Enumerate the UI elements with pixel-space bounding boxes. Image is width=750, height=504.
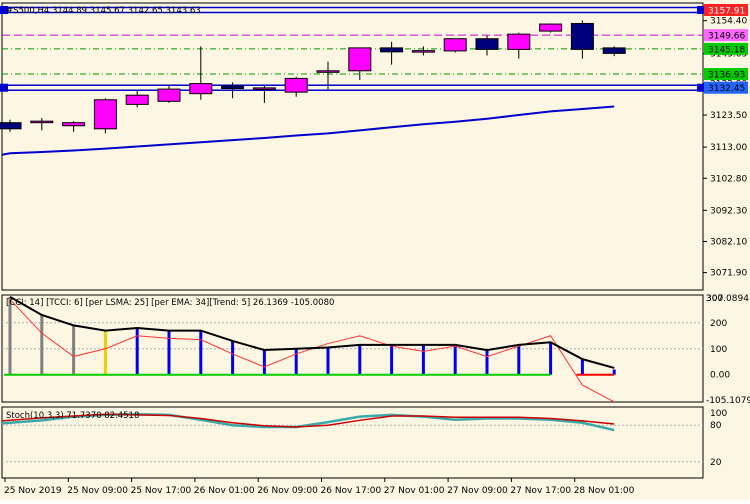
candle-body (157, 88, 181, 102)
candle-body (93, 99, 117, 130)
level-band-handle-right (697, 83, 705, 92)
stoch-axis-label: 100 (710, 409, 727, 419)
candle-body (475, 38, 499, 50)
price-axis-label: 3071.90 (710, 269, 747, 279)
price-label-text: 3149.66 (708, 32, 745, 42)
candle-body (0, 122, 22, 130)
time-axis-label: 26 Nov 17:00 (321, 486, 382, 496)
stoch-axis-label: 20 (710, 458, 722, 468)
time-axis-label: 25 Nov 09:00 (67, 486, 128, 496)
price-label-text: 3132.45 (708, 84, 745, 94)
time-axis-label: 28 Nov 01:00 (574, 486, 635, 496)
price-label-text: 3136.93 (708, 71, 745, 81)
price-axis-label: 3092.30 (710, 206, 747, 216)
price-axis-label: 3102.80 (710, 174, 747, 184)
candle-body (380, 47, 404, 53)
chart-canvas: 3154.403143.633133.903123.503113.003102.… (0, 0, 750, 500)
stoch-title: Stoch(10,3,3) 71.7370 82.4518 (6, 411, 139, 421)
level-band-handle-right (697, 5, 705, 14)
time-axis-label: 27 Nov 17:00 (510, 486, 571, 496)
time-axis-label: 26 Nov 09:00 (257, 486, 318, 496)
cci-top-label: 300 (706, 294, 723, 304)
candle-body (570, 22, 594, 50)
candle-body (284, 77, 308, 93)
candle-body (602, 47, 626, 54)
candle-body (348, 47, 372, 72)
price-axis-label: 3123.50 (710, 111, 747, 121)
stoch-axis-label: 80 (710, 421, 722, 431)
time-axis-label: 25 Nov 17:00 (131, 486, 192, 496)
time-axis-label: 25 Nov 2019 (4, 486, 62, 496)
candle-body (411, 50, 435, 53)
price-axis-label: 3082.10 (710, 237, 747, 247)
price-label-text: 3145.18 (708, 45, 745, 55)
candle-body (507, 33, 531, 50)
candle-body (189, 83, 213, 95)
candle-body (221, 85, 245, 89)
cci-title: [CCI: 14] [TCCI: 6] [per LSMA: 25] [per … (6, 298, 334, 308)
candle-body (443, 38, 467, 52)
candle-body (30, 120, 54, 124)
price-axis-label: 3113.00 (710, 143, 747, 153)
level-band-handle-left (0, 83, 8, 92)
time-axis-label: 27 Nov 09:00 (447, 486, 508, 496)
cci-axis-label: 0.00 (710, 371, 730, 381)
price-axis-label: 3154.40 (710, 17, 747, 27)
candle-body (125, 94, 149, 105)
main-chart-title: #S500,H4 3144.89 3145.67 3142.65 3143.63 (6, 6, 201, 16)
time-axis-label: 27 Nov 01:00 (384, 486, 445, 496)
candle-body (62, 122, 86, 127)
cci-axis-label: 200 (710, 319, 727, 329)
time-axis-label: 26 Nov 01:00 (194, 486, 255, 496)
candle-body (252, 87, 276, 90)
cci-min-label: -105.1079 (706, 396, 750, 406)
chart-window: 3154.403143.633133.903123.503113.003102.… (0, 0, 750, 500)
candle-body (316, 70, 340, 73)
price-label-text: 3157.91 (708, 6, 745, 16)
candle-body (539, 23, 563, 32)
cci-axis-label: 100 (710, 345, 727, 355)
